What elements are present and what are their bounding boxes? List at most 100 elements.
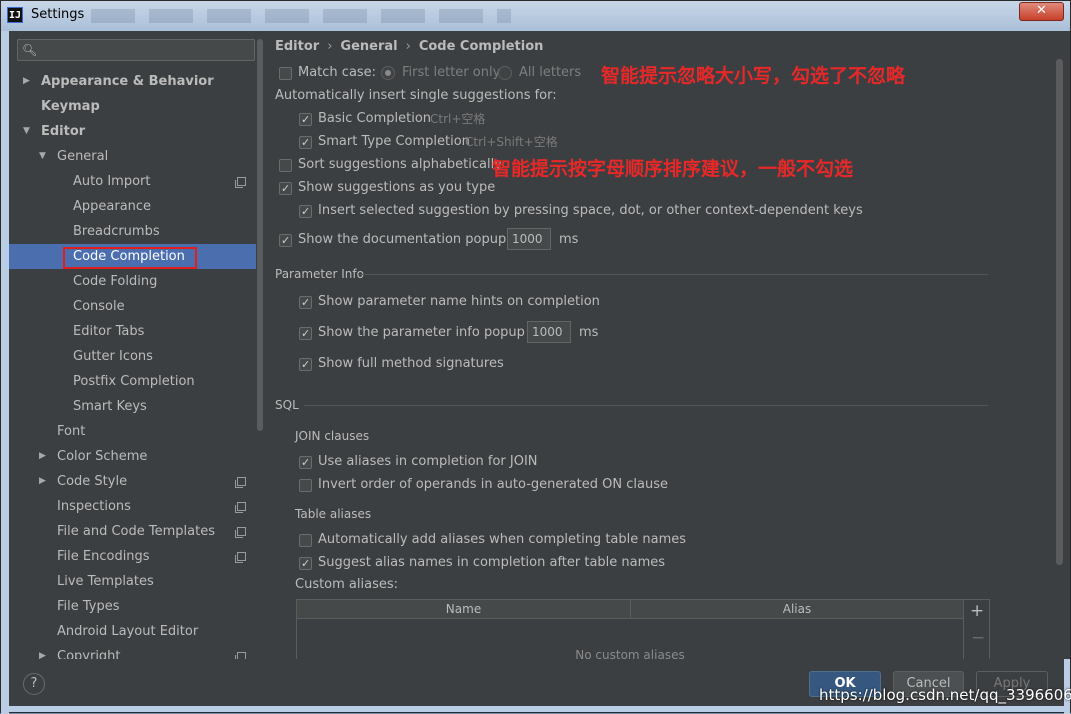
- tree-item-label: Editor Tabs: [73, 324, 145, 339]
- full-signatures-label: Show full method signatures: [318, 356, 504, 371]
- sql-divider: [304, 405, 988, 406]
- collapsed-arrow-icon[interactable]: ▶: [23, 69, 30, 94]
- tree-scrollbar[interactable]: [256, 31, 264, 659]
- tree-item-postfix-completion[interactable]: Postfix Completion: [9, 369, 264, 394]
- sql-section-title: SQL: [275, 398, 299, 412]
- tree-item-auto-import[interactable]: Auto Import: [9, 169, 264, 194]
- match-case-annotation: 智能提示忽略大小写，勾选了不忽略: [601, 65, 906, 87]
- settings-search-input[interactable]: [42, 41, 254, 61]
- remove-alias-button[interactable]: −: [971, 628, 985, 648]
- custom-aliases-table[interactable]: Name Alias No custom aliases: [296, 599, 964, 659]
- first-letter-radio[interactable]: [381, 66, 395, 80]
- project-scope-icon: [235, 502, 246, 513]
- breadcrumb-separator: ›: [405, 39, 411, 54]
- csdn-watermark: https://blog.csdn.net/qq_33966061: [819, 686, 1071, 704]
- settings-content-panel: Editor › General › Code Completion Match cas…: [264, 31, 1070, 659]
- tree-item-font[interactable]: Font: [9, 419, 264, 444]
- full-signatures-checkbox[interactable]: [299, 355, 312, 375]
- settings-search-box[interactable]: 🔍︎: [17, 39, 255, 61]
- use-aliases-join-checkbox[interactable]: [299, 453, 312, 473]
- tree-item-code-style[interactable]: ▶ Code Style: [9, 469, 264, 494]
- tree-item-label: General: [57, 149, 109, 164]
- tree-item-label: Auto Import: [73, 174, 151, 189]
- tree-item-label: Code Folding: [73, 274, 158, 289]
- add-alias-button[interactable]: +: [970, 601, 984, 621]
- show-as-type-checkbox[interactable]: [279, 179, 292, 199]
- tree-item-editor[interactable]: ▼ Editor: [9, 119, 264, 144]
- collapsed-arrow-icon[interactable]: ▶: [39, 469, 46, 494]
- project-scope-icon: [235, 477, 246, 488]
- red-highlight-box: [63, 247, 197, 269]
- auto-add-aliases-checkbox[interactable]: [299, 534, 312, 547]
- doc-popup-checkbox[interactable]: [279, 231, 292, 251]
- param-name-hints-label: Show parameter name hints on completion: [318, 294, 600, 309]
- column-header-alias[interactable]: Alias: [631, 600, 963, 618]
- invert-operands-checkbox[interactable]: [299, 479, 312, 492]
- tree-item-label: File Encodings: [57, 549, 150, 564]
- dialog-footer: ? OK Cancel Apply https://blog.csdn.net/…: [9, 659, 1071, 706]
- tree-item-label: Font: [57, 424, 86, 439]
- collapsed-arrow-icon[interactable]: ▶: [39, 644, 46, 659]
- tree-item-label: Gutter Icons: [73, 349, 153, 364]
- param-info-delay-input[interactable]: 1000: [527, 321, 571, 343]
- window-title: Settings: [31, 7, 85, 22]
- custom-aliases-table-header: Name Alias: [297, 600, 963, 619]
- match-case-checkbox[interactable]: [279, 67, 292, 80]
- breadcrumb-separator: ›: [327, 39, 333, 54]
- tree-item-console[interactable]: Console: [9, 294, 264, 319]
- tree-item-general[interactable]: ▼ General: [9, 144, 264, 169]
- show-as-type-label: Show suggestions as you type: [298, 180, 496, 195]
- sort-alphabetically-checkbox[interactable]: [279, 159, 292, 172]
- tree-item-label: Editor: [41, 124, 86, 139]
- insert-selected-checkbox[interactable]: [299, 202, 312, 222]
- expanded-arrow-icon[interactable]: ▼: [39, 144, 46, 169]
- collapsed-arrow-icon[interactable]: ▶: [39, 444, 46, 469]
- tree-item-smart-keys[interactable]: Smart Keys: [9, 394, 264, 419]
- tree-item-inspections[interactable]: Inspections: [9, 494, 264, 519]
- tree-item-label: Appearance: [73, 199, 152, 214]
- tree-item-label: Breadcrumbs: [73, 224, 160, 239]
- tree-item-breadcrumbs[interactable]: Breadcrumbs: [9, 219, 264, 244]
- breadcrumb-code-completion: Code Completion: [418, 39, 544, 54]
- intellij-app-icon: IJ: [7, 7, 23, 23]
- table-toolbar: + −: [964, 599, 990, 659]
- tree-item-appearance-behavior[interactable]: ▶ Appearance & Behavior: [9, 69, 264, 94]
- tree-item-label: Color Scheme: [57, 449, 148, 464]
- tree-item-file-types[interactable]: File Types: [9, 594, 264, 619]
- doc-popup-unit: ms: [559, 232, 579, 247]
- tree-scrollbar-thumb[interactable]: [257, 39, 263, 431]
- param-name-hints-checkbox[interactable]: [299, 293, 312, 313]
- smart-completion-checkbox[interactable]: [299, 133, 312, 153]
- window-frame-left: [1, 31, 9, 714]
- suggest-alias-checkbox[interactable]: [299, 554, 312, 574]
- help-button[interactable]: ?: [23, 673, 45, 695]
- content-scrollbar-thumb[interactable]: [1056, 59, 1063, 565]
- expanded-arrow-icon[interactable]: ▼: [23, 119, 30, 144]
- tree-item-keymap[interactable]: Keymap: [9, 94, 264, 119]
- tree-item-color-scheme[interactable]: ▶ Color Scheme: [9, 444, 264, 469]
- tree-item-gutter-icons[interactable]: Gutter Icons: [9, 344, 264, 369]
- basic-completion-shortcut: Ctrl+空格: [430, 112, 486, 126]
- tree-item-file-and-code-templates[interactable]: File and Code Templates: [9, 519, 264, 544]
- tree-item-copyright[interactable]: ▶ Copyright: [9, 644, 264, 659]
- close-button[interactable]: ✕: [1019, 2, 1064, 21]
- tree-item-appearance[interactable]: Appearance: [9, 194, 264, 219]
- custom-aliases-label: Custom aliases:: [295, 577, 399, 592]
- column-header-name[interactable]: Name: [297, 600, 631, 618]
- param-info-popup-checkbox[interactable]: [299, 324, 312, 344]
- tree-item-label: Android Layout Editor: [57, 624, 199, 639]
- table-aliases-title: Table aliases: [295, 507, 372, 521]
- tree-item-file-encodings[interactable]: File Encodings: [9, 544, 264, 569]
- tree-item-label: File and Code Templates: [57, 524, 215, 539]
- tree-item-android-layout-editor[interactable]: Android Layout Editor: [9, 619, 264, 644]
- tree-item-code-folding[interactable]: Code Folding: [9, 269, 264, 294]
- basic-completion-checkbox[interactable]: [299, 110, 312, 130]
- all-letters-radio[interactable]: [498, 66, 512, 80]
- tree-item-editor-tabs[interactable]: Editor Tabs: [9, 319, 264, 344]
- doc-popup-delay-input[interactable]: 1000: [507, 228, 551, 250]
- search-icon[interactable]: 🔍︎: [22, 43, 37, 57]
- param-info-unit: ms: [579, 325, 599, 340]
- tree-item-label: Appearance & Behavior: [41, 74, 214, 89]
- tree-item-label: Inspections: [57, 499, 131, 514]
- tree-item-live-templates[interactable]: Live Templates: [9, 569, 264, 594]
